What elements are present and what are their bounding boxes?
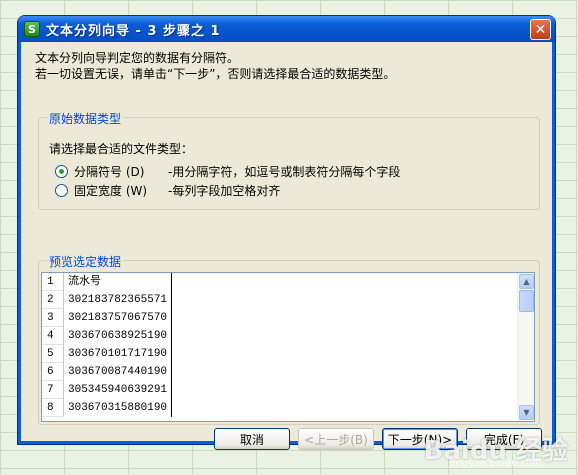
wps-app-icon: S — [24, 21, 40, 37]
group-legend-original-type: 原始数据类型 — [47, 110, 124, 127]
row-number: 6 — [42, 363, 64, 381]
radio-button-checked[interactable] — [55, 165, 68, 178]
file-type-prompt: 请选择最合适的文件类型： — [49, 142, 194, 156]
table-cell: 303670087440190 — [64, 363, 172, 381]
table-cell: 303670101717190 — [64, 345, 172, 363]
table-row: 2 302183782365571 — [42, 291, 172, 309]
radio-fixed-width-desc: -每列字段加空格对齐 — [168, 184, 281, 198]
close-icon: ✕ — [534, 21, 547, 38]
table-row: 8 303670315880190 — [42, 399, 172, 417]
table-cell: 流水号 — [64, 273, 172, 291]
cancel-button[interactable]: 取消 — [214, 428, 290, 450]
table-row: 5 303670101717190 — [42, 345, 172, 363]
row-number: 7 — [42, 381, 64, 399]
window-title: 文本分列向导 - 3 步骤之 1 — [46, 23, 221, 39]
table-cell: 305345940639291 — [64, 381, 172, 399]
table-row: 1 流水号 — [42, 273, 172, 291]
dialog-body: 文本分列向导判定您的数据有分隔符。 若一切设置无误，请单击“下一步”，否则请选择… — [21, 42, 552, 450]
intro-text: 文本分列向导判定您的数据有分隔符。 若一切设置无误，请单击“下一步”，否则请选择… — [35, 50, 395, 82]
original-data-type-group: 原始数据类型 请选择最合适的文件类型： 分隔符号 (D) -用分隔字符，如逗号或… — [38, 110, 540, 210]
title-bar[interactable]: S 文本分列向导 - 3 步骤之 1 ✕ — [18, 16, 555, 42]
text-to-columns-wizard-dialog: S 文本分列向导 - 3 步骤之 1 ✕ 文本分列向导判定您的数据有分隔符。 若… — [18, 16, 555, 450]
intro-line-2: 若一切设置无误，请单击“下一步”，否则请选择最合适的数据类型。 — [35, 67, 396, 81]
radio-fixed-width[interactable]: 固定宽度 (W) -每列字段加空格对齐 — [55, 182, 280, 199]
scroll-up-icon[interactable]: ▲ — [519, 274, 534, 289]
watermark-url: jingyan.baidu.com — [449, 458, 542, 469]
table-cell: 303670315880190 — [64, 399, 172, 417]
table-cell: 303670638925190 — [64, 327, 172, 345]
vertical-scrollbar[interactable]: ▲ ▼ — [517, 273, 534, 421]
table-row: 7 305345940639291 — [42, 381, 172, 399]
row-number: 1 — [42, 273, 64, 291]
preview-data-group: 预览选定数据 1 流水号 2 302183782365571 3 302183757067… — [38, 253, 540, 425]
table-row: 3 302183757067570 — [42, 309, 172, 327]
close-button[interactable]: ✕ — [530, 19, 551, 40]
table-cell: 302183782365571 — [64, 291, 172, 309]
scroll-thumb[interactable] — [519, 290, 534, 312]
back-button[interactable]: <上一步(B) — [298, 428, 374, 450]
table-row: 6 303670087440190 — [42, 363, 172, 381]
scroll-down-icon[interactable]: ▼ — [519, 405, 534, 420]
row-number: 8 — [42, 399, 64, 417]
table-cell: 302183757067570 — [64, 309, 172, 327]
preview-table: 1 流水号 2 302183782365571 3 302183757067570 4 303… — [42, 273, 172, 417]
radio-button-unchecked[interactable] — [55, 184, 68, 197]
row-number: 2 — [42, 291, 64, 309]
table-row: 4 303670638925190 — [42, 327, 172, 345]
radio-delimited[interactable]: 分隔符号 (D) -用分隔字符，如逗号或制表符分隔每个字段 — [55, 163, 400, 180]
intro-line-1: 文本分列向导判定您的数据有分隔符。 — [35, 51, 240, 65]
radio-delimited-label: 分隔符号 (D) — [74, 165, 145, 179]
row-number: 4 — [42, 327, 64, 345]
group-legend-preview: 预览选定数据 — [47, 253, 124, 270]
radio-fixed-width-label: 固定宽度 (W) — [74, 184, 148, 198]
preview-grid[interactable]: 1 流水号 2 302183782365571 3 302183757067570 4 303… — [41, 272, 535, 422]
row-number: 5 — [42, 345, 64, 363]
row-number: 3 — [42, 309, 64, 327]
radio-delimited-desc: -用分隔字符，如逗号或制表符分隔每个字段 — [168, 165, 401, 179]
